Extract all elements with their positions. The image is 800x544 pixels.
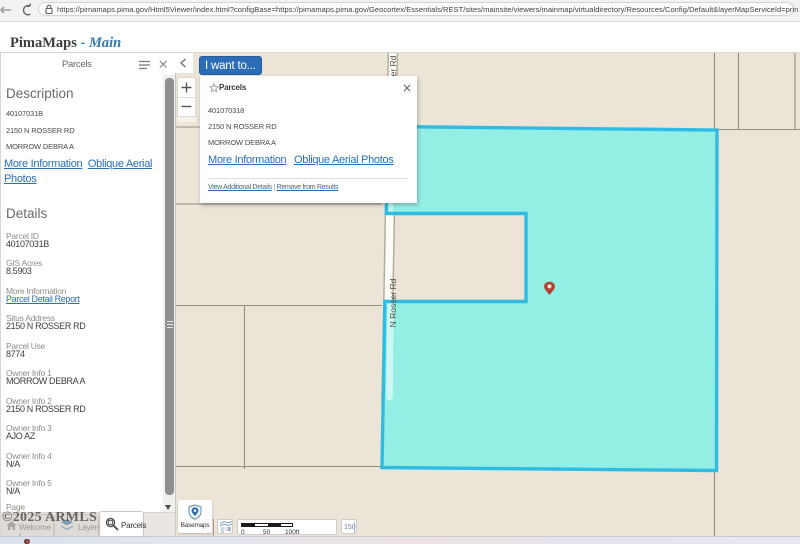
svg-text:er Rd: er Rd	[388, 55, 398, 76]
svg-text:N Rosser Rd: N Rosser Rd	[388, 278, 398, 327]
